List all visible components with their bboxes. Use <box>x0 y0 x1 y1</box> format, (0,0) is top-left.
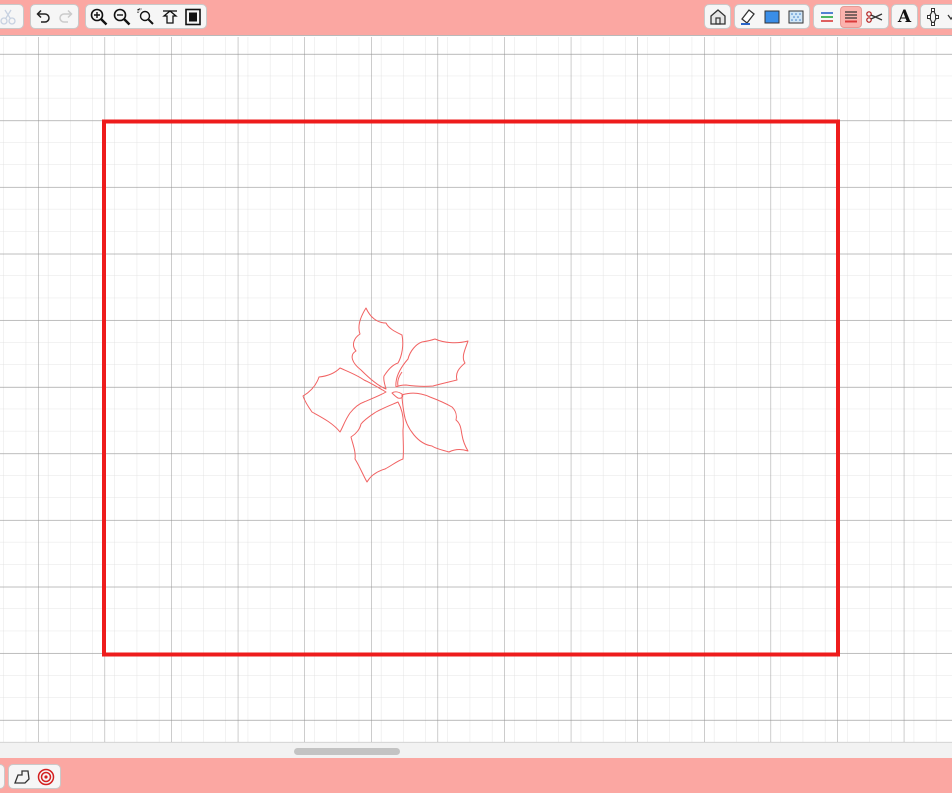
fill-pattern-icon <box>788 10 804 23</box>
home-tool-group <box>704 4 731 29</box>
fill-color-button[interactable] <box>761 6 783 28</box>
text-tool-group: A <box>891 4 918 29</box>
history-tool-group <box>30 4 79 29</box>
bottom-group-clipped <box>0 764 5 789</box>
node-edit-icon <box>927 7 939 26</box>
bottom-toolbar <box>0 758 952 793</box>
scrollbar-thumb[interactable] <box>294 748 400 755</box>
zoom-out-button[interactable] <box>112 6 134 28</box>
edit-tool-group <box>920 4 952 29</box>
target-button[interactable] <box>35 766 57 788</box>
shape-library-button[interactable] <box>11 766 33 788</box>
bottom-tool-group <box>8 764 61 789</box>
shape-library-icon <box>14 769 30 784</box>
line-tool-group <box>813 4 889 29</box>
zoom-out-icon <box>114 8 131 25</box>
node-edit-button[interactable] <box>923 6 943 28</box>
redo-icon <box>59 9 73 23</box>
grid-major <box>0 37 952 742</box>
node-edit-dropdown[interactable] <box>945 6 952 28</box>
eraser-button[interactable] <box>737 6 759 28</box>
page-view-button[interactable] <box>182 6 204 28</box>
pan-icon <box>161 9 178 24</box>
line-color-button[interactable] <box>816 6 838 28</box>
cut-button[interactable] <box>0 6 19 28</box>
pan-button[interactable] <box>159 6 181 28</box>
cut-settings-button[interactable] <box>864 6 886 28</box>
clipboard-tool-group <box>0 4 24 29</box>
design-canvas[interactable] <box>0 37 952 742</box>
line-color-icon <box>821 11 833 22</box>
target-icon <box>37 768 55 785</box>
view-tool-group <box>85 4 207 29</box>
zoom-in-button[interactable] <box>88 6 110 28</box>
zoom-fit-icon <box>137 8 154 25</box>
fill-tool-group <box>734 4 810 29</box>
cut-settings-icon <box>866 10 883 23</box>
horizontal-scrollbar[interactable] <box>0 742 952 758</box>
zoom-fit-button[interactable] <box>135 6 157 28</box>
top-toolbar: A <box>0 0 952 36</box>
eraser-icon <box>741 8 755 25</box>
line-style-icon <box>845 10 857 22</box>
redo-button[interactable] <box>56 6 77 28</box>
text-icon: A <box>897 6 912 27</box>
chevron-down-icon <box>947 14 952 20</box>
page-view-icon <box>185 8 201 25</box>
line-style-button[interactable] <box>840 5 862 28</box>
scissors-icon <box>0 9 16 25</box>
zoom-in-icon <box>90 8 108 25</box>
undo-icon <box>36 9 50 23</box>
fill-color-icon <box>764 10 780 23</box>
home-button[interactable] <box>707 6 728 28</box>
fill-pattern-button[interactable] <box>785 6 807 28</box>
undo-button[interactable] <box>33 6 54 28</box>
text-tool-button[interactable]: A <box>894 6 915 28</box>
home-icon <box>709 8 726 25</box>
